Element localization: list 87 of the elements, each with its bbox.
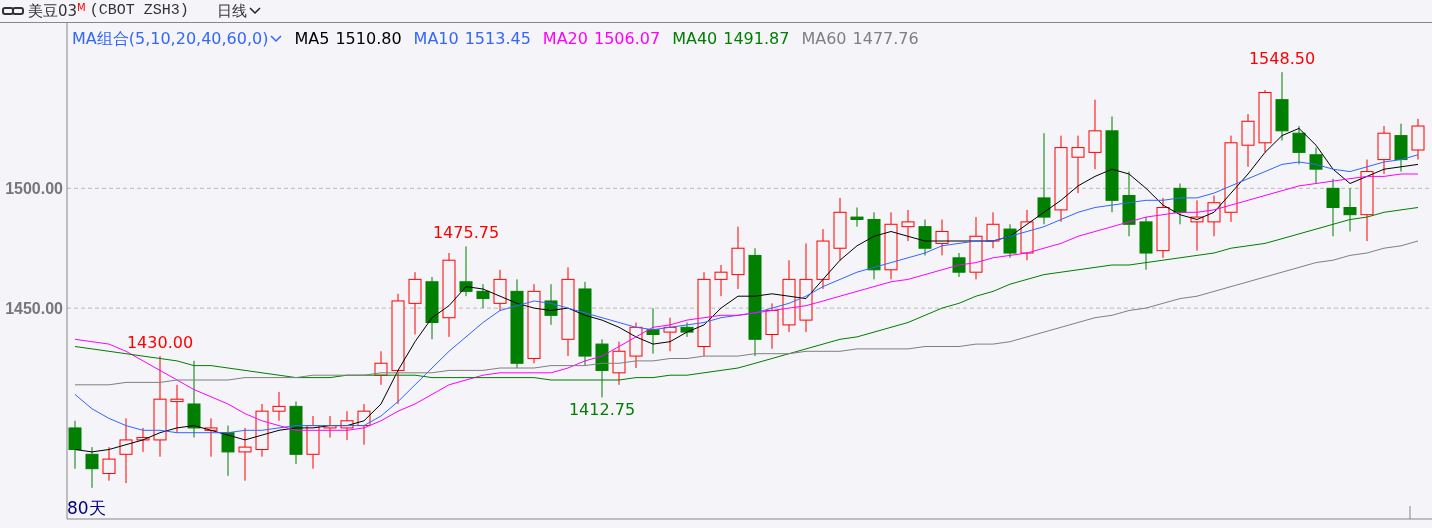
legend-value: 1506.07	[593, 28, 661, 50]
axis-label: 1450.00	[5, 300, 63, 318]
candlestick	[816, 228, 830, 290]
price-label: 1548.50	[1248, 49, 1316, 69]
candlestick	[1190, 199, 1204, 252]
range-label: 80天	[67, 498, 106, 518]
candlestick	[238, 427, 252, 482]
candlestick	[425, 276, 439, 340]
candlestick	[1207, 195, 1221, 237]
candlestick	[884, 211, 898, 280]
candlestick	[612, 341, 626, 386]
chevron-down-icon	[270, 35, 283, 43]
candlestick	[1071, 135, 1085, 194]
candlestick	[1003, 223, 1017, 259]
candlestick	[595, 338, 609, 398]
candlestick	[1292, 125, 1306, 165]
candlestick	[476, 283, 490, 309]
candlestick	[969, 216, 983, 280]
chevron-down-icon	[248, 7, 261, 15]
candlestick	[544, 283, 558, 326]
candlestick	[323, 415, 337, 439]
candlestick	[935, 219, 949, 256]
candlestick	[221, 425, 235, 477]
legend-name: MA10	[413, 28, 459, 50]
candlestick	[663, 317, 677, 352]
candlestick	[1309, 147, 1323, 185]
candlestick	[68, 420, 82, 470]
legend-name: MA20	[542, 28, 588, 50]
contract-code: (CBOT ZSH3)	[89, 0, 189, 21]
axis-label: 1500.00	[5, 180, 63, 198]
candlestick	[289, 401, 303, 465]
price-label: 1430.00	[126, 333, 194, 353]
candlestick	[306, 415, 320, 470]
candlestick	[952, 252, 966, 278]
price-label: 1412.75	[568, 400, 636, 420]
candlestick	[1394, 123, 1408, 173]
candlestick	[646, 307, 660, 355]
indicator-dropdown[interactable]: MA组合(5,10,20,40,60,0)	[72, 27, 283, 51]
candlestick	[1122, 171, 1136, 237]
candlestick	[1343, 187, 1357, 232]
instrument-title: 美豆03$^{M}$	[28, 0, 86, 22]
candlestick	[629, 322, 643, 369]
candlestick	[680, 322, 694, 338]
candlestick	[765, 302, 779, 350]
candlestick	[170, 384, 184, 434]
candlestick	[408, 271, 422, 335]
candlestick	[1241, 113, 1255, 168]
candlestick	[1411, 118, 1425, 161]
candlestick	[986, 211, 1000, 249]
legend-value: 1510.80	[335, 28, 402, 50]
candlestick	[1377, 125, 1391, 175]
legend-value: 1491.87	[723, 28, 790, 50]
candlestick	[459, 245, 473, 297]
candlestick	[1275, 71, 1289, 141]
candlestick	[136, 427, 150, 453]
candlestick	[1156, 197, 1170, 259]
link-icon[interactable]	[2, 6, 24, 16]
candlestick	[731, 226, 745, 290]
candlestick	[255, 403, 269, 458]
period-dropdown[interactable]: 日线	[216, 0, 261, 23]
candlestick	[1088, 99, 1102, 170]
candlestick	[901, 209, 915, 242]
candlestick	[1326, 178, 1340, 237]
candlestick	[272, 391, 286, 422]
candlestick	[1139, 216, 1153, 271]
candlestick	[850, 207, 864, 228]
candlestick	[357, 403, 371, 446]
candlestick	[1258, 89, 1272, 153]
candlestick	[918, 219, 932, 256]
price-label: 1475.75	[432, 223, 500, 243]
candlestick	[204, 417, 218, 458]
candlestick	[833, 197, 847, 261]
candlestick	[340, 410, 354, 441]
candlestick	[867, 211, 881, 280]
legend-value: 1513.45	[464, 28, 531, 50]
candlestick	[714, 264, 728, 297]
candlestick	[1020, 209, 1034, 261]
candlestick	[119, 417, 133, 484]
legend-value: 1477.76	[852, 28, 919, 50]
candlestick	[85, 446, 99, 489]
legend-name: MA60	[801, 28, 847, 50]
candlestick	[1173, 183, 1187, 225]
candlestick	[493, 269, 507, 312]
candlestick	[102, 446, 116, 482]
candlestick	[374, 350, 388, 386]
legend-name: MA40	[672, 28, 718, 50]
legend-name: MA5	[294, 28, 330, 50]
